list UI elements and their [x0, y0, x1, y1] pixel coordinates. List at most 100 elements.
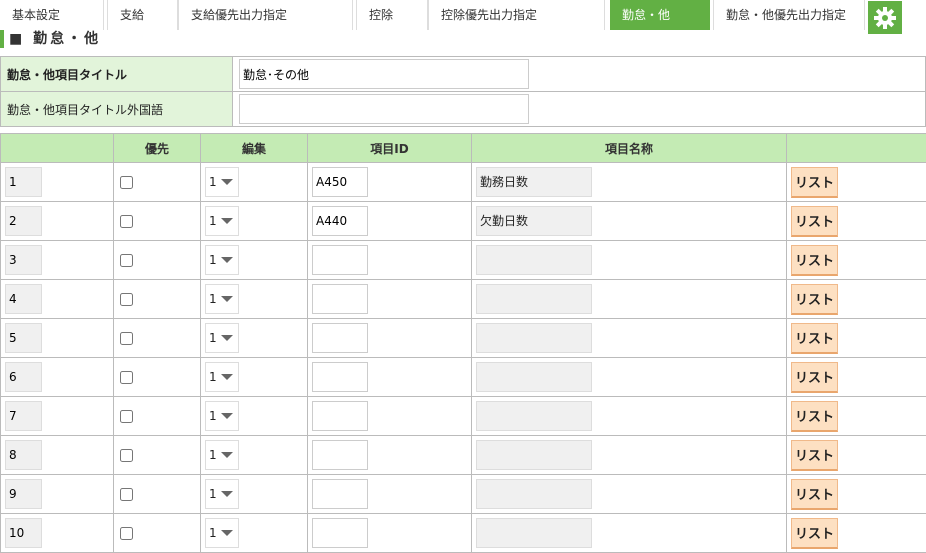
table-row: 1 リスト: [0, 513, 926, 553]
item-id-input[interactable]: [312, 401, 368, 431]
item-name-field: [476, 362, 592, 392]
item-id-input[interactable]: [312, 245, 368, 275]
col-number: [0, 133, 114, 163]
items-table: 優先 編集 項目ID 項目名称 1 勤務日数 リスト 1 欠勤日数 リスト 1 …: [0, 133, 926, 553]
col-edit: 編集: [200, 133, 308, 163]
row-number: [5, 362, 42, 392]
col-item-id: 項目ID: [307, 133, 472, 163]
edit-select[interactable]: 1: [205, 167, 239, 197]
tab-bar: 基本設定 支給 支給優先出力指定 控除 控除優先出力指定 勤怠・他 勤怠・他優先…: [0, 0, 926, 34]
edit-select[interactable]: 1: [205, 323, 239, 353]
chevron-down-icon: [220, 452, 233, 458]
item-id-input[interactable]: [312, 362, 368, 392]
priority-checkbox[interactable]: [120, 176, 133, 189]
list-button[interactable]: リスト: [791, 205, 838, 237]
table-row: 1 勤務日数 リスト: [0, 162, 926, 202]
chevron-down-icon: [220, 491, 233, 497]
item-name-field: [476, 518, 592, 548]
edit-select[interactable]: 1: [205, 245, 239, 275]
tab-deduction[interactable]: 控除: [356, 0, 428, 30]
edit-value: 1: [209, 526, 217, 540]
edit-value: 1: [209, 409, 217, 423]
item-name-field: 勤務日数: [476, 167, 592, 197]
table-row: 1 リスト: [0, 435, 926, 475]
priority-checkbox[interactable]: [120, 293, 133, 306]
section-title: ■ 勤怠・他: [0, 30, 101, 48]
list-button[interactable]: リスト: [791, 283, 838, 315]
item-name-field: [476, 245, 592, 275]
edit-value: 1: [209, 214, 217, 228]
chevron-down-icon: [220, 374, 233, 380]
tab-deduction-priority[interactable]: 控除優先出力指定: [428, 0, 605, 30]
item-name-field: [476, 440, 592, 470]
edit-select[interactable]: 1: [205, 440, 239, 470]
item-id-input[interactable]: [312, 518, 368, 548]
list-button[interactable]: リスト: [791, 400, 838, 432]
chevron-down-icon: [220, 530, 233, 536]
list-button[interactable]: リスト: [791, 439, 838, 471]
edit-select[interactable]: 1: [205, 401, 239, 431]
item-name-field: 欠勤日数: [476, 206, 592, 236]
title-settings-table: 勤怠・他項目タイトル 勤怠・他項目タイトル外国語: [0, 56, 926, 127]
table-row: 1 リスト: [0, 279, 926, 319]
table-row: 1 欠勤日数 リスト: [0, 201, 926, 241]
list-button[interactable]: リスト: [791, 361, 838, 393]
col-item-name: 項目名称: [471, 133, 787, 163]
chevron-down-icon: [220, 179, 233, 185]
list-button[interactable]: リスト: [791, 244, 838, 276]
row-number: [5, 206, 42, 236]
edit-value: 1: [209, 370, 217, 384]
edit-select[interactable]: 1: [205, 284, 239, 314]
priority-checkbox[interactable]: [120, 488, 133, 501]
col-action: [786, 133, 926, 163]
gear-icon: [874, 6, 896, 29]
item-id-input[interactable]: [312, 284, 368, 314]
item-id-input[interactable]: [312, 167, 368, 197]
col-priority: 優先: [113, 133, 201, 163]
edit-select[interactable]: 1: [205, 518, 239, 548]
list-button[interactable]: リスト: [791, 517, 838, 549]
tab-payment[interactable]: 支給: [107, 0, 178, 30]
priority-checkbox[interactable]: [120, 332, 133, 345]
item-id-input[interactable]: [312, 440, 368, 470]
chevron-down-icon: [220, 335, 233, 341]
table-row: 1 リスト: [0, 357, 926, 397]
row-number: [5, 284, 42, 314]
tab-basic-settings[interactable]: 基本設定: [0, 0, 104, 30]
item-id-input[interactable]: [312, 206, 368, 236]
settings-button[interactable]: [868, 1, 902, 34]
edit-value: 1: [209, 331, 217, 345]
row-number: [5, 323, 42, 353]
priority-checkbox[interactable]: [120, 449, 133, 462]
item-id-input[interactable]: [312, 323, 368, 353]
list-button[interactable]: リスト: [791, 322, 838, 354]
chevron-down-icon: [220, 257, 233, 263]
table-row: 1 リスト: [0, 318, 926, 358]
foreign-title-input[interactable]: [239, 94, 529, 124]
edit-value: 1: [209, 292, 217, 306]
chevron-down-icon: [220, 218, 233, 224]
edit-select[interactable]: 1: [205, 206, 239, 236]
item-name-field: [476, 401, 592, 431]
edit-value: 1: [209, 175, 217, 189]
tab-attendance-other[interactable]: 勤怠・他: [610, 0, 710, 30]
row-number: [5, 479, 42, 509]
edit-select[interactable]: 1: [205, 362, 239, 392]
priority-checkbox[interactable]: [120, 215, 133, 228]
list-button[interactable]: リスト: [791, 166, 838, 198]
tab-payment-priority[interactable]: 支給優先出力指定: [178, 0, 353, 30]
tab-attendance-priority[interactable]: 勤怠・他優先出力指定: [713, 0, 865, 30]
priority-checkbox[interactable]: [120, 254, 133, 267]
priority-checkbox[interactable]: [120, 410, 133, 423]
priority-checkbox[interactable]: [120, 371, 133, 384]
edit-value: 1: [209, 253, 217, 267]
priority-checkbox[interactable]: [120, 527, 133, 540]
title-input[interactable]: [239, 59, 529, 89]
item-name-field: [476, 323, 592, 353]
list-button[interactable]: リスト: [791, 478, 838, 510]
edit-select[interactable]: 1: [205, 479, 239, 509]
row-number: [5, 518, 42, 548]
edit-value: 1: [209, 487, 217, 501]
row-number: [5, 440, 42, 470]
item-id-input[interactable]: [312, 479, 368, 509]
